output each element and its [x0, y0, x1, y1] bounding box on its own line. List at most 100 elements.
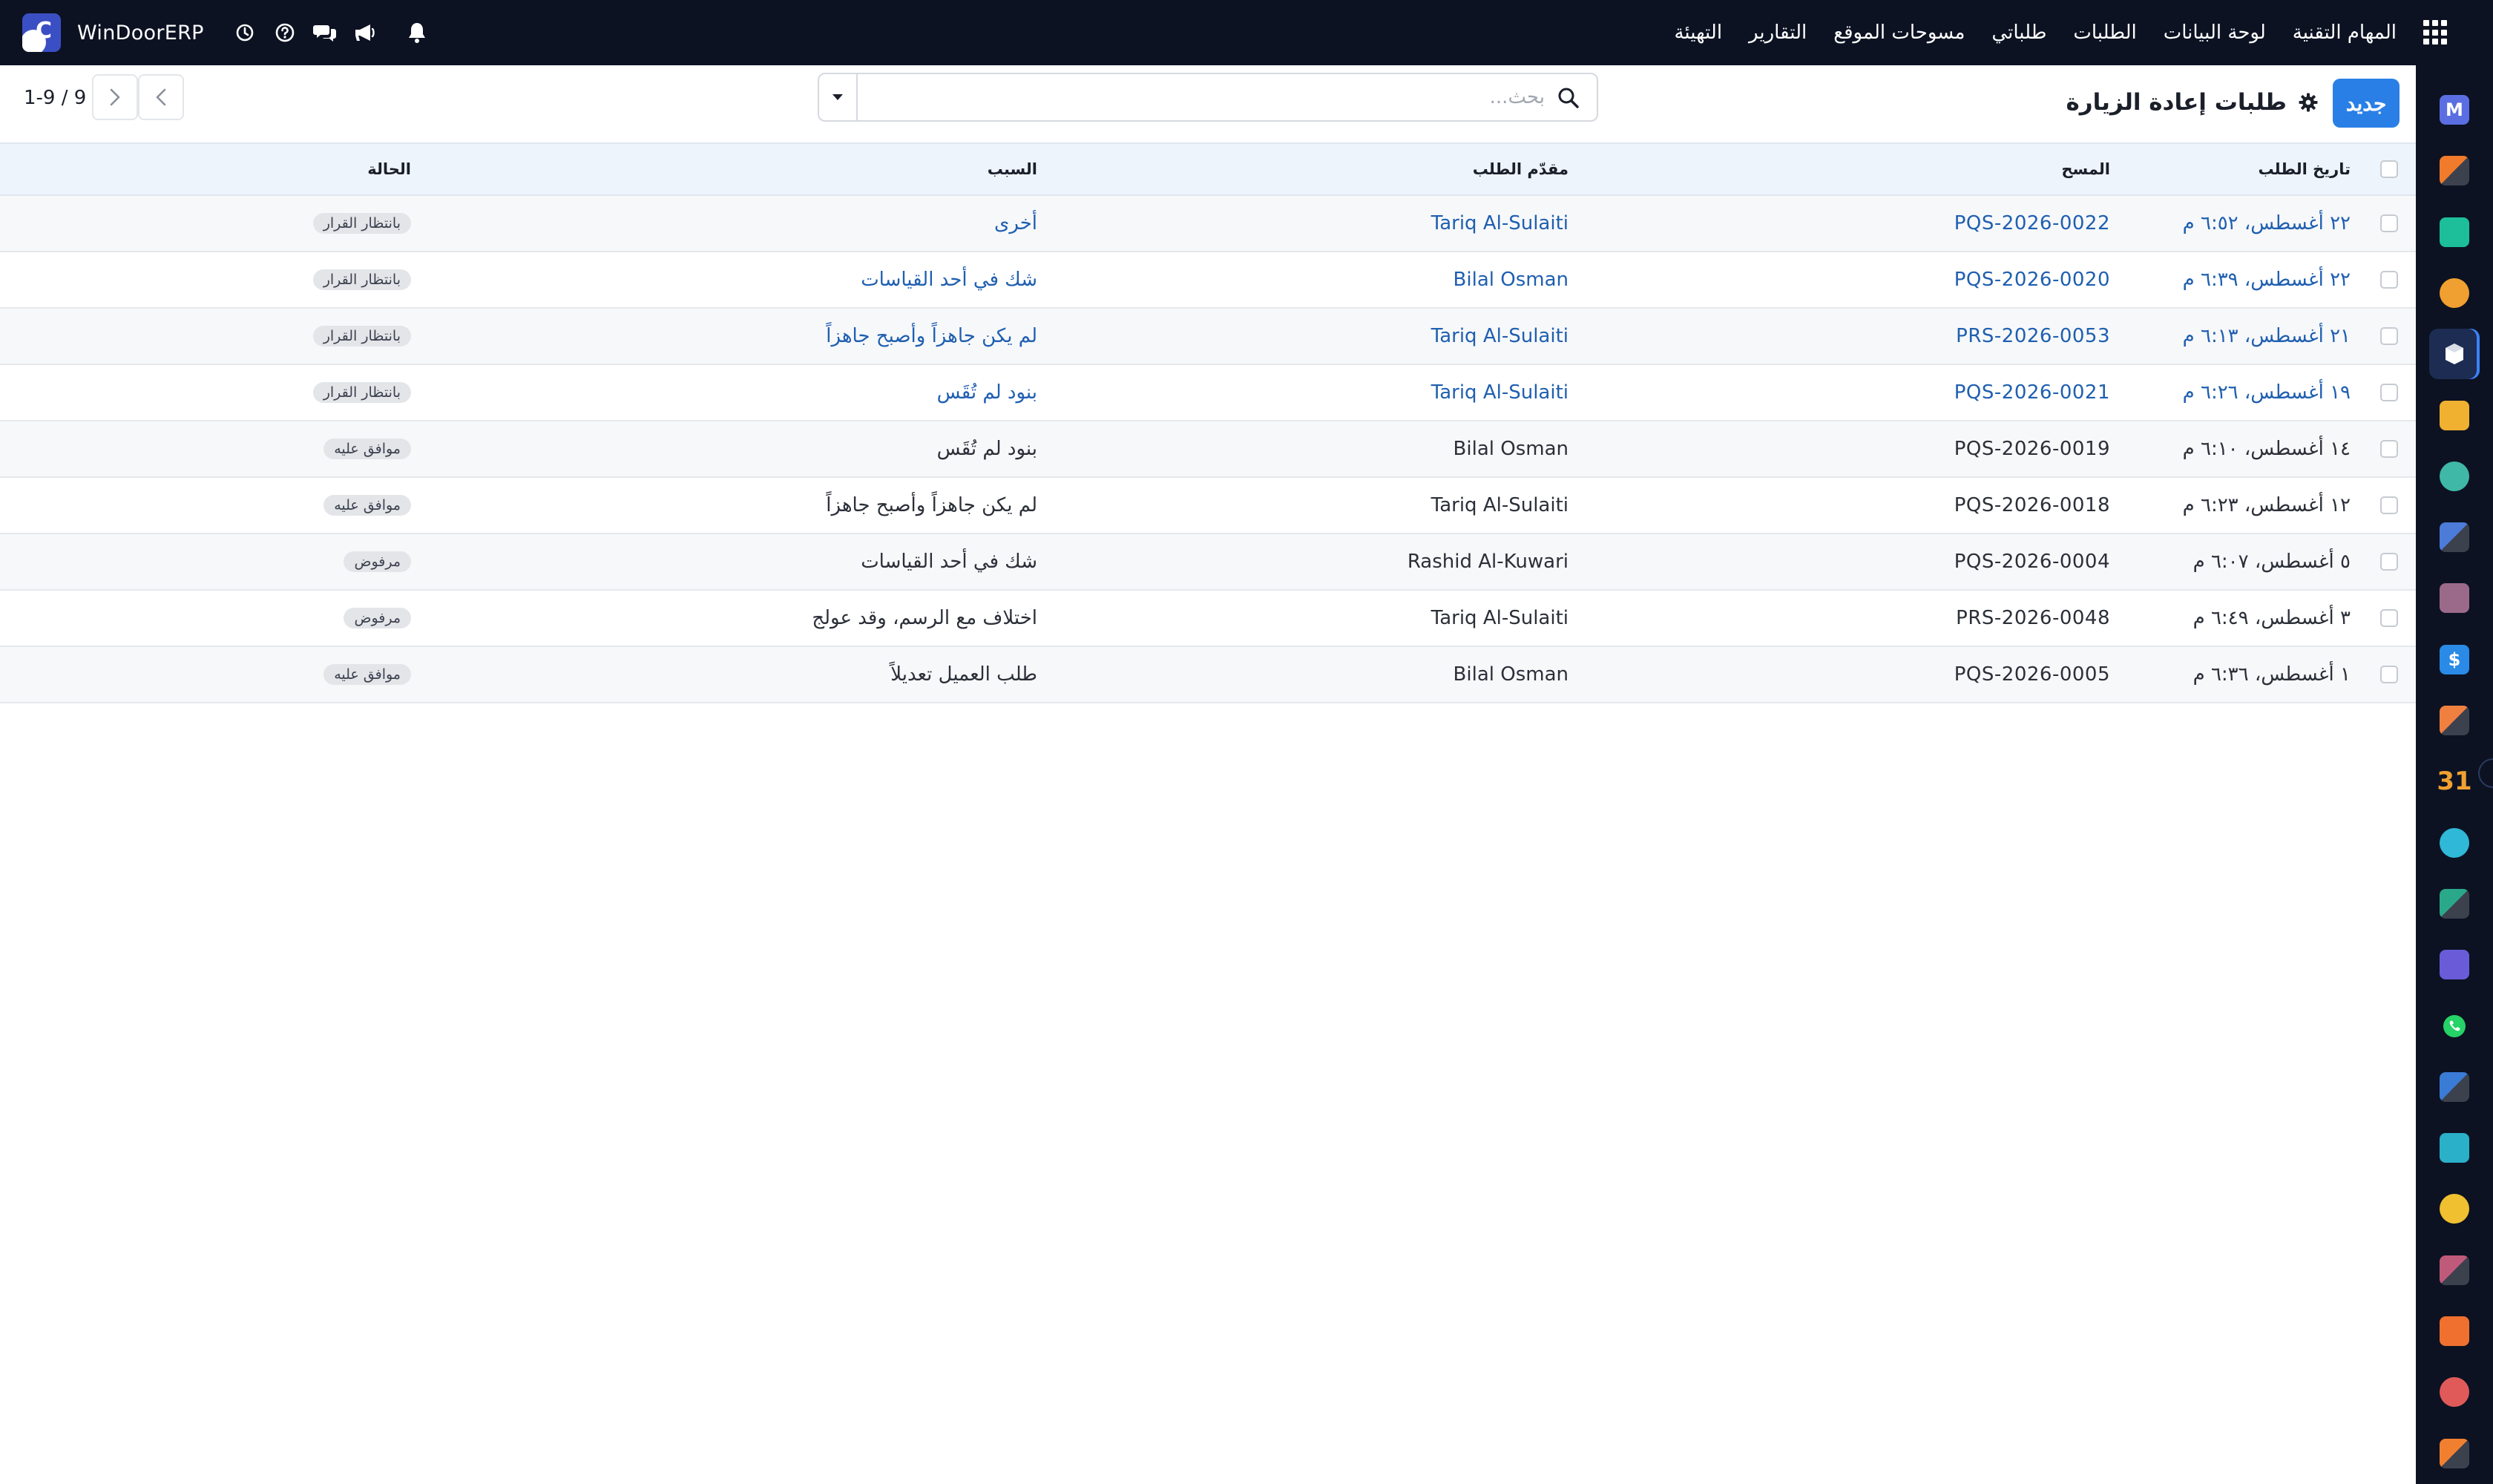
dock-item[interactable]: 31 [2429, 756, 2480, 807]
cell-reason[interactable]: شك في أحد القياسات [861, 252, 1037, 307]
row-checkbox[interactable] [2380, 553, 2398, 571]
cell-requester[interactable]: Tariq Al-Sulaiti [1431, 309, 1569, 364]
help-icon[interactable] [272, 20, 298, 45]
menu-site-surveys[interactable]: مسوحات الموقع [1823, 22, 1975, 44]
row-checkbox[interactable] [2380, 384, 2398, 401]
dock-item[interactable] [2429, 512, 2480, 562]
pager-previous-button[interactable] [92, 74, 138, 120]
dock-item[interactable] [2429, 207, 2480, 257]
cell-date[interactable]: ٢٢ أغسطس، ٦:٣٩ م [2183, 252, 2351, 307]
gear-icon[interactable] [2297, 91, 2319, 114]
company-name[interactable]: WinDoorERP [77, 22, 204, 45]
cell-date[interactable]: ١٤ أغسطس، ٦:١٠ م [2183, 421, 2351, 476]
cell-date[interactable]: ٢١ أغسطس، ٦:١٣ م [2183, 309, 2351, 364]
menu-requests[interactable]: الطلبات [2063, 22, 2147, 44]
dock-item[interactable] [2429, 1183, 2480, 1234]
cell-requester[interactable]: Rashid Al-Kuwari [1408, 534, 1569, 589]
cell-requester[interactable]: Tariq Al-Sulaiti [1431, 478, 1569, 533]
cell-survey[interactable]: PQS-2026-0021 [1954, 365, 2110, 420]
dock-item[interactable] [2429, 268, 2480, 318]
dock-item[interactable] [2429, 329, 2480, 380]
company-avatar[interactable]: C [22, 13, 61, 52]
search-icon[interactable] [1557, 86, 1580, 110]
dock-item[interactable] [2429, 1245, 2480, 1296]
row-checkbox[interactable] [2380, 666, 2398, 683]
dock-item[interactable] [2429, 695, 2480, 746]
filter-dropdown-toggle[interactable] [819, 74, 858, 120]
dock-item[interactable] [2429, 1062, 2480, 1112]
cell-date[interactable]: ١٩ أغسطس، ٦:٢٦ م [2183, 365, 2351, 420]
cell-date[interactable]: ١ أغسطس، ٦:٣٦ م [2193, 647, 2351, 702]
cell-reason[interactable]: اختلاف مع الرسم، وقد عولج [812, 591, 1037, 646]
cell-reason[interactable]: أخرى [994, 196, 1037, 251]
cell-requester[interactable]: Tariq Al-Sulaiti [1431, 591, 1569, 646]
menu-dashboard[interactable]: لوحة البيانات [2153, 22, 2276, 44]
dock-item[interactable] [2429, 1367, 2480, 1417]
announcement-icon[interactable] [352, 20, 378, 45]
row-checkbox[interactable] [2380, 609, 2398, 627]
cell-survey[interactable]: PQS-2026-0018 [1954, 478, 2110, 533]
column-header-status[interactable]: الحالة [367, 144, 411, 194]
cell-survey[interactable]: PRS-2026-0048 [1956, 591, 2110, 646]
dock-item[interactable] [2429, 939, 2480, 990]
table-row[interactable]: ١٤ أغسطس، ٦:١٠ م PQS-2026-0019 Bilal Osman… [0, 421, 2416, 478]
chat-icon[interactable] [312, 20, 338, 45]
dock-item[interactable]: M [2429, 85, 2480, 135]
cell-date[interactable]: ٥ أغسطس، ٦:٠٧ م [2193, 534, 2351, 589]
cell-survey[interactable]: PQS-2026-0004 [1954, 534, 2110, 589]
dock-item[interactable] [2429, 573, 2480, 623]
dock-item[interactable] [2429, 818, 2480, 868]
column-header-date[interactable]: تاريخ الطلب [2258, 144, 2351, 194]
cell-requester[interactable]: Bilal Osman [1454, 252, 1569, 307]
column-header-requester[interactable]: مقدّم الطلب [1473, 144, 1569, 194]
dock-item[interactable] [2429, 1001, 2480, 1051]
menu-my-requests[interactable]: طلباتي [1981, 22, 2057, 44]
cell-date[interactable]: ١٢ أغسطس، ٦:٢٣ م [2183, 478, 2351, 533]
dock-item[interactable]: $ [2429, 634, 2480, 685]
row-checkbox[interactable] [2380, 440, 2398, 458]
dock-item[interactable] [2429, 145, 2480, 196]
table-row[interactable]: ٢٢ أغسطس، ٦:٣٩ م PQS-2026-0020 Bilal Osman… [0, 252, 2416, 309]
dock-item[interactable] [2429, 1306, 2480, 1356]
row-checkbox[interactable] [2380, 327, 2398, 345]
cell-survey[interactable]: PRS-2026-0053 [1956, 309, 2110, 364]
clock-icon[interactable] [232, 20, 257, 45]
row-checkbox[interactable] [2380, 496, 2398, 514]
cell-reason[interactable]: شك في أحد القياسات [861, 534, 1037, 589]
apps-grid-icon[interactable] [2423, 20, 2448, 45]
row-checkbox[interactable] [2380, 214, 2398, 232]
cell-survey[interactable]: PQS-2026-0022 [1954, 196, 2110, 251]
dock-item[interactable] [2429, 1123, 2480, 1173]
dock-item[interactable] [2429, 1428, 2480, 1479]
cell-date[interactable]: ٣ أغسطس، ٦:٤٩ م [2193, 591, 2351, 646]
search-input[interactable] [859, 74, 1545, 120]
cell-reason[interactable]: طلب العميل تعديلاً [890, 647, 1037, 702]
menu-technical-tasks[interactable]: المهام التقنية [2282, 22, 2407, 44]
cell-reason[interactable]: لم يكن جاهزاً وأصبح جاهزاً [826, 478, 1037, 533]
pager-value[interactable]: 1-9 / 9 [24, 80, 86, 116]
cell-survey[interactable]: PQS-2026-0020 [1954, 252, 2110, 307]
new-button[interactable]: جديد [2333, 79, 2400, 128]
dock-item[interactable] [2429, 879, 2480, 929]
select-all-checkbox[interactable] [2380, 160, 2398, 178]
table-row[interactable]: ٥ أغسطس، ٦:٠٧ م PQS-2026-0004 Rashid Al-Ku… [0, 534, 2416, 591]
menu-configuration[interactable]: التهيئة [1663, 22, 1732, 44]
cell-requester[interactable]: Tariq Al-Sulaiti [1431, 365, 1569, 420]
table-row[interactable]: ٣ أغسطس، ٦:٤٩ م PRS-2026-0048 Tariq Al-Sul… [0, 591, 2416, 647]
cell-reason[interactable]: لم يكن جاهزاً وأصبح جاهزاً [826, 309, 1037, 364]
column-header-survey[interactable]: المسح [2061, 144, 2110, 194]
notification-bell-icon[interactable] [404, 20, 430, 45]
table-row[interactable]: ١٢ أغسطس، ٦:٢٣ م PQS-2026-0018 Tariq Al-Su… [0, 478, 2416, 534]
table-row[interactable]: ١ أغسطس، ٦:٣٦ م PQS-2026-0005 Bilal Osman ط… [0, 647, 2416, 703]
table-row[interactable]: ١٩ أغسطس، ٦:٢٦ م PQS-2026-0021 Tariq Al-Su… [0, 365, 2416, 421]
table-row[interactable]: ٢٢ أغسطس، ٦:٥٢ م PQS-2026-0022 Tariq Al-Su… [0, 196, 2416, 252]
dock-item[interactable] [2429, 451, 2480, 502]
cell-requester[interactable]: Tariq Al-Sulaiti [1431, 196, 1569, 251]
cell-date[interactable]: ٢٢ أغسطس، ٦:٥٢ م [2183, 196, 2351, 251]
cell-reason[interactable]: بنود لم تُقَس [937, 365, 1037, 420]
pager-next-button[interactable] [138, 74, 184, 120]
column-header-reason[interactable]: السبب [988, 144, 1037, 194]
row-checkbox[interactable] [2380, 271, 2398, 289]
cell-reason[interactable]: بنود لم تُقَس [937, 421, 1037, 476]
table-row[interactable]: ٢١ أغسطس، ٦:١٣ م PRS-2026-0053 Tariq Al-Su… [0, 309, 2416, 365]
